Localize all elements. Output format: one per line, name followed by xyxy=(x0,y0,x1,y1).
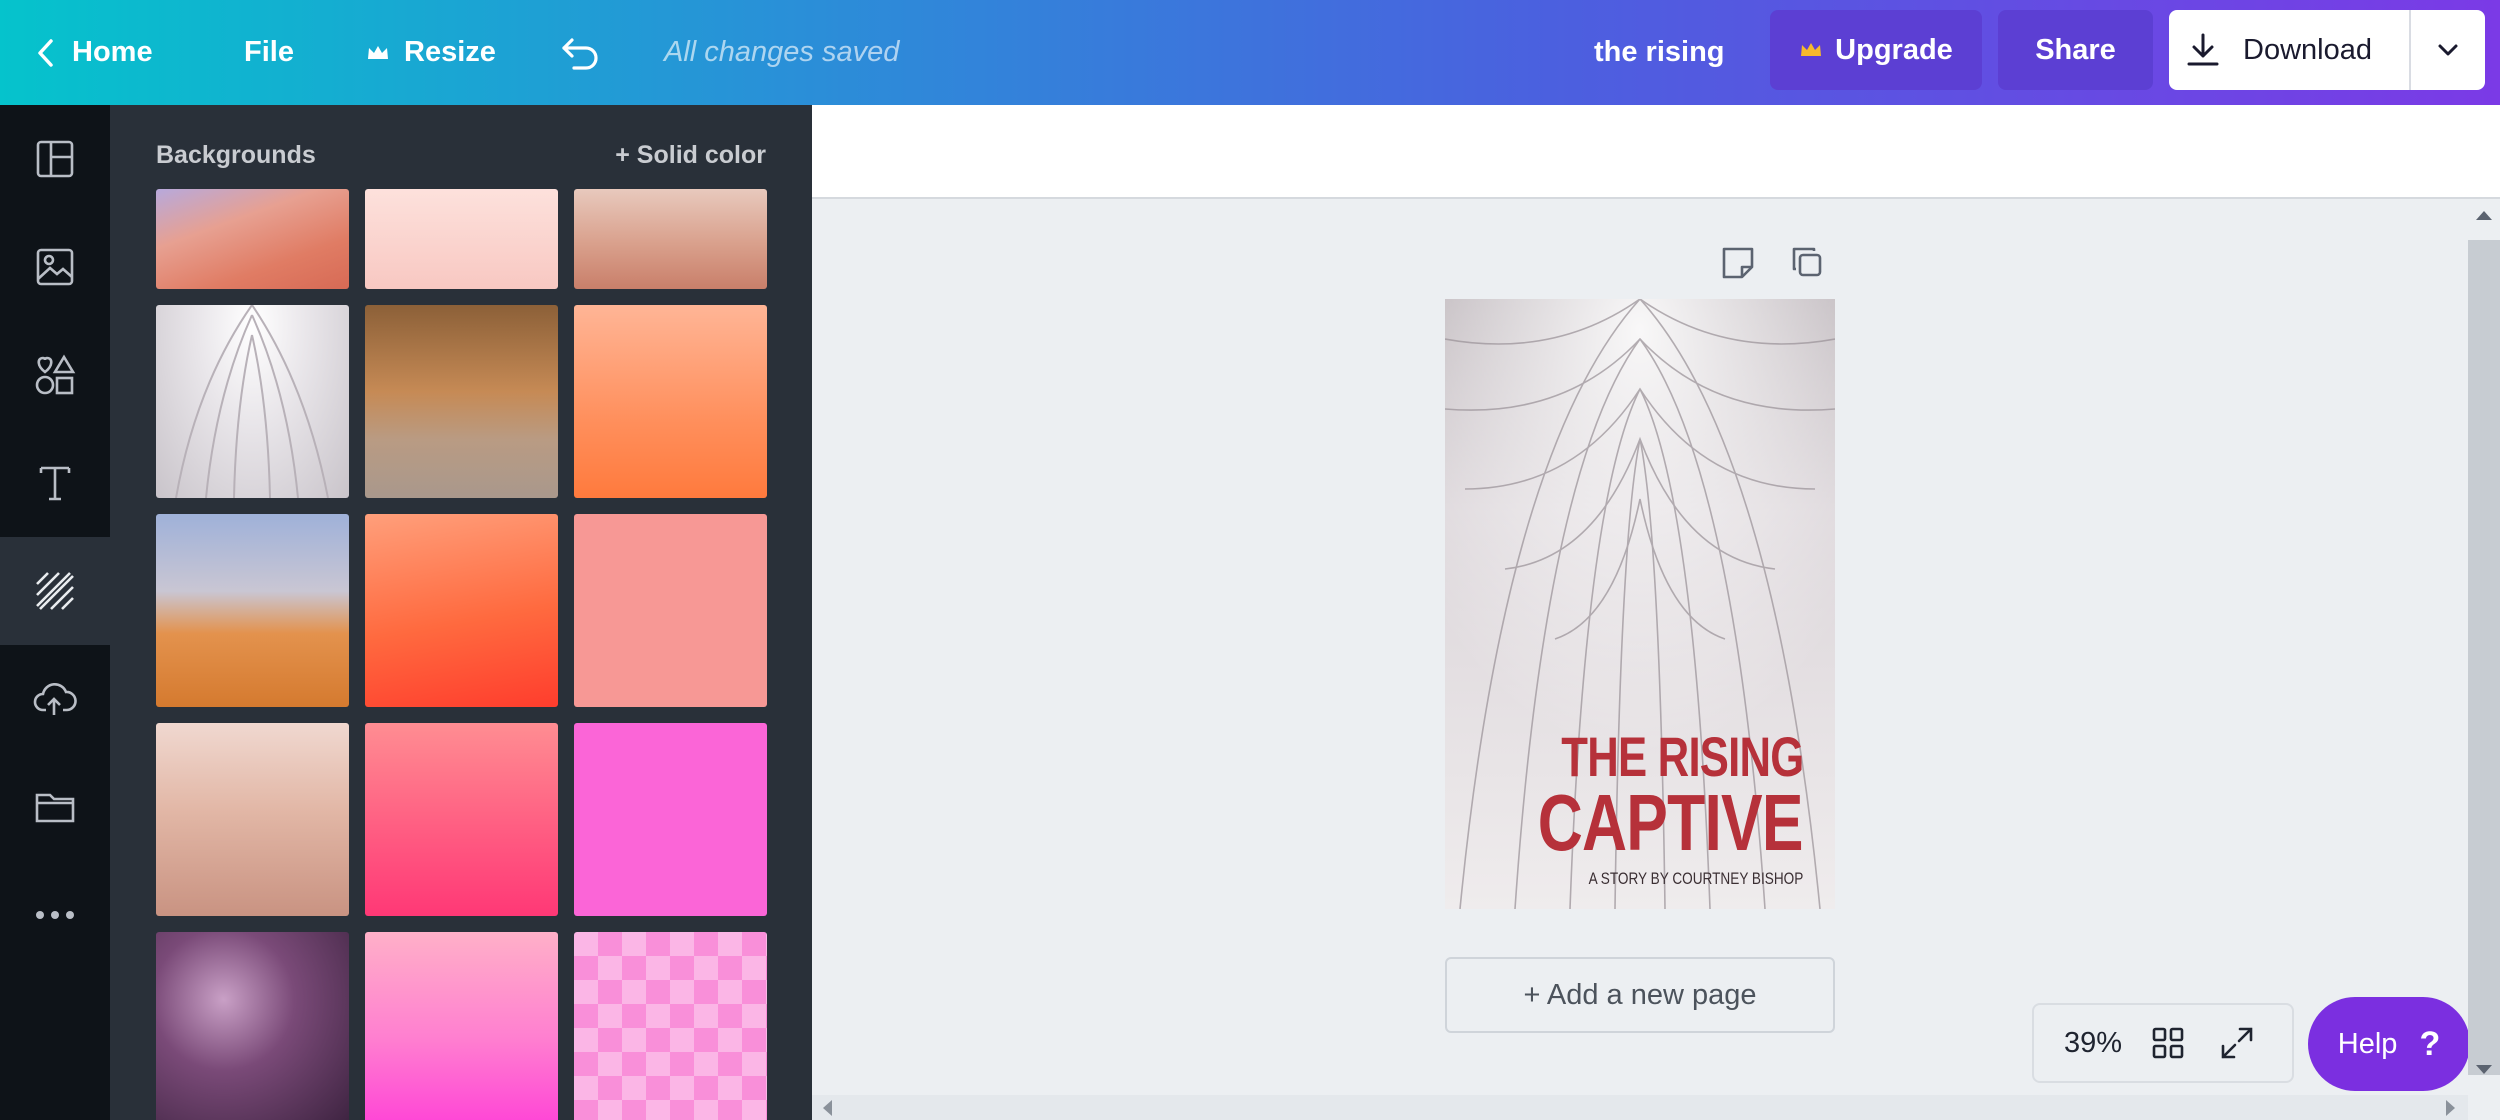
duplicate-page-icon[interactable] xyxy=(1790,245,1824,279)
image-icon xyxy=(36,248,74,286)
solid-color-button[interactable]: + Solid color xyxy=(615,141,766,170)
undo-icon xyxy=(562,37,598,70)
cloud-upload-icon xyxy=(33,682,77,715)
background-thumbnail[interactable] xyxy=(365,723,558,916)
text-icon xyxy=(39,466,71,501)
background-thumbnail[interactable] xyxy=(156,723,349,916)
rail-text[interactable] xyxy=(0,429,110,537)
background-thumbnail[interactable] xyxy=(156,932,349,1120)
cover-title-line2[interactable]: CAPTIVE xyxy=(1538,777,1804,869)
folder-icon xyxy=(35,793,75,823)
grid-view-icon[interactable] xyxy=(2152,1027,2184,1059)
background-thumbnail[interactable] xyxy=(574,305,767,498)
upgrade-label: Upgrade xyxy=(1835,33,1953,66)
horizontal-scrollbar[interactable] xyxy=(812,1095,2468,1120)
background-thumbnail[interactable] xyxy=(574,514,767,707)
top-bar: Home File Resize All changes saved the r… xyxy=(0,0,2500,105)
download-button[interactable]: Download xyxy=(2169,10,2409,90)
download-icon xyxy=(2187,33,2219,66)
chevron-left-icon xyxy=(38,38,53,67)
design-page[interactable]: THE RISING CAPTIVE A STORY BY COURTNEY B… xyxy=(1445,299,1835,909)
rail-more[interactable] xyxy=(0,861,110,969)
rail-folders[interactable] xyxy=(0,753,110,861)
upgrade-button[interactable]: Upgrade xyxy=(1770,10,1982,90)
scroll-up-arrow-icon[interactable] xyxy=(2474,208,2494,222)
home-label: Home xyxy=(72,36,153,68)
shapes-icon xyxy=(35,354,76,395)
add-note-icon[interactable] xyxy=(1720,245,1756,281)
background-thumbnail[interactable] xyxy=(574,932,767,1120)
zoom-controls: 39% xyxy=(2032,1003,2294,1083)
file-label: File xyxy=(244,36,294,68)
panel-title: Backgrounds xyxy=(156,141,316,169)
scroll-right-arrow-icon[interactable] xyxy=(2444,1098,2458,1118)
help-button[interactable]: Help ? xyxy=(2308,997,2470,1091)
download-options-button[interactable] xyxy=(2409,10,2485,90)
page-tools xyxy=(1720,245,1824,281)
background-thumbnail[interactable] xyxy=(156,514,349,707)
document-title[interactable]: the rising xyxy=(1594,0,1725,105)
editor-toolbar xyxy=(812,105,2500,199)
background-thumbnail[interactable] xyxy=(574,189,767,289)
save-status: All changes saved xyxy=(664,36,900,68)
home-button[interactable]: Home xyxy=(36,0,153,105)
rail-photos[interactable] xyxy=(0,213,110,321)
more-icon xyxy=(36,911,74,919)
background-thumbnail[interactable] xyxy=(365,305,558,498)
backgrounds-panel: Backgrounds + Solid color xyxy=(110,105,812,1120)
rail-backgrounds[interactable] xyxy=(0,537,110,645)
share-button[interactable]: Share xyxy=(1998,10,2153,90)
rail-elements[interactable] xyxy=(0,321,110,429)
share-label: Share xyxy=(2035,33,2116,66)
zoom-level[interactable]: 39% xyxy=(2064,1027,2144,1060)
crown-icon xyxy=(368,45,388,59)
vertical-scrollbar-thumb[interactable] xyxy=(2468,240,2500,1075)
side-rail xyxy=(0,105,110,1120)
scroll-down-arrow-icon[interactable] xyxy=(2474,1063,2494,1077)
layout-icon xyxy=(36,140,74,178)
add-page-button[interactable]: + Add a new page xyxy=(1445,957,1835,1033)
background-pattern-icon xyxy=(36,572,74,610)
scroll-left-arrow-icon[interactable] xyxy=(820,1098,834,1118)
file-menu-button[interactable]: File xyxy=(244,0,294,105)
rail-templates[interactable] xyxy=(0,105,110,213)
crown-icon xyxy=(1801,43,1822,56)
help-label: Help xyxy=(2337,1027,2398,1060)
resize-label: Resize xyxy=(404,36,496,68)
undo-button[interactable] xyxy=(560,0,600,105)
download-label: Download xyxy=(2243,33,2372,66)
background-thumbnail[interactable] xyxy=(156,305,349,498)
help-icon: ? xyxy=(2419,1024,2441,1063)
background-thumbnail[interactable] xyxy=(574,723,767,916)
rail-uploads[interactable] xyxy=(0,645,110,753)
background-thumbnail[interactable] xyxy=(365,189,558,289)
chevron-down-icon xyxy=(2438,44,2458,56)
background-thumbnail[interactable] xyxy=(365,514,558,707)
background-thumbnail[interactable] xyxy=(365,932,558,1120)
background-thumbnail[interactable] xyxy=(156,189,349,289)
fullscreen-icon[interactable] xyxy=(2220,1026,2254,1060)
resize-button[interactable]: Resize xyxy=(366,0,496,105)
cover-byline[interactable]: A STORY BY COURTNEY BISHOP xyxy=(1588,869,1803,889)
